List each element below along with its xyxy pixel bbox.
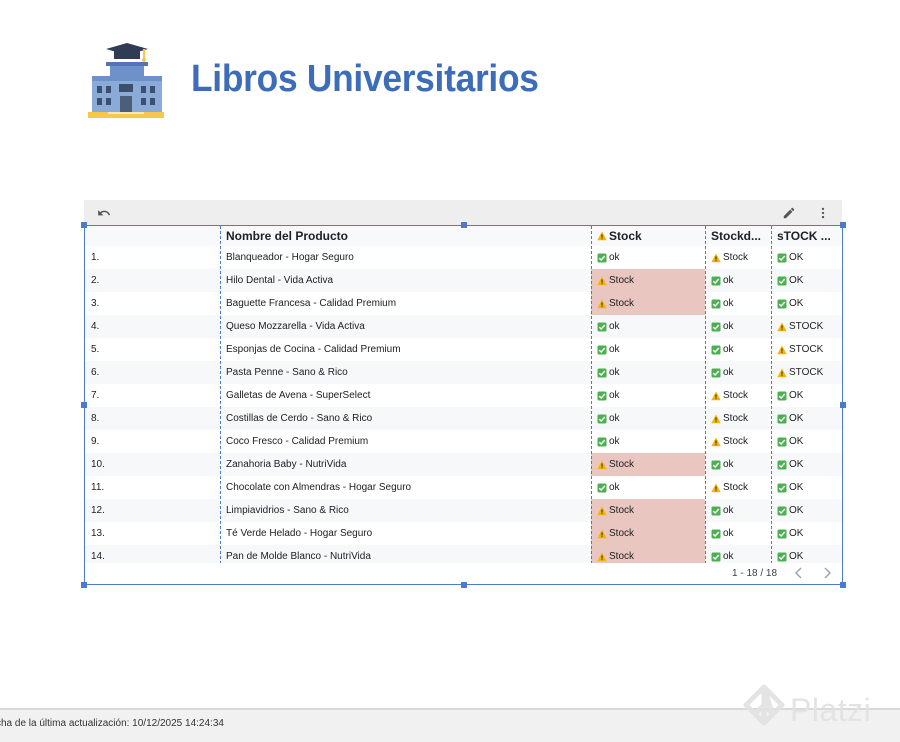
last-update-text: cha de la última actualización: 10/12/20… (0, 718, 224, 729)
pencil-icon (783, 207, 795, 219)
resize-handle[interactable] (840, 402, 846, 408)
resize-handle[interactable] (461, 582, 467, 588)
resize-handle[interactable] (840, 582, 846, 588)
platzi-logo-icon (743, 684, 785, 726)
resize-handle[interactable] (81, 222, 87, 228)
more-vert-icon (821, 207, 825, 219)
edit-button[interactable] (779, 203, 799, 223)
resize-handle[interactable] (461, 222, 467, 228)
more-options-button[interactable] (813, 203, 833, 223)
selection-frame (84, 225, 843, 585)
resize-handle[interactable] (81, 582, 87, 588)
undo-icon (98, 210, 111, 216)
resize-handle[interactable] (840, 222, 846, 228)
university-building-icon (88, 43, 164, 118)
page-title: Libros Universitarios (191, 58, 539, 100)
watermark-text: Platzi (790, 692, 872, 728)
resize-handle[interactable] (81, 402, 87, 408)
platzi-watermark: Platzi (742, 684, 892, 734)
undo-button[interactable] (94, 203, 114, 223)
